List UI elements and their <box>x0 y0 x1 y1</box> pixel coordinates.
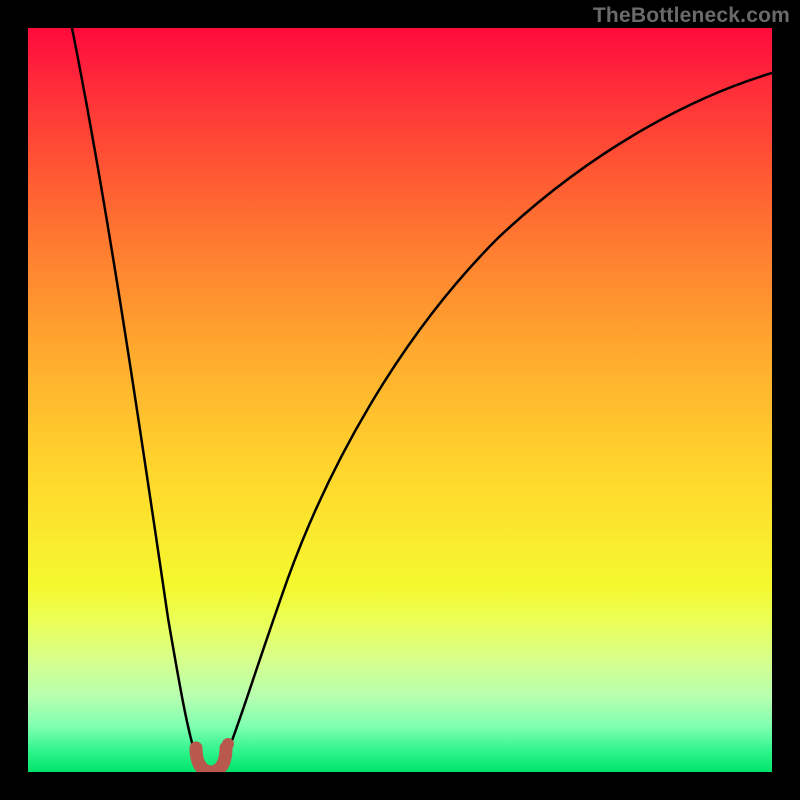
plot-area <box>28 28 772 772</box>
bottleneck-curve <box>28 28 772 772</box>
watermark-text: TheBottleneck.com <box>593 4 790 28</box>
